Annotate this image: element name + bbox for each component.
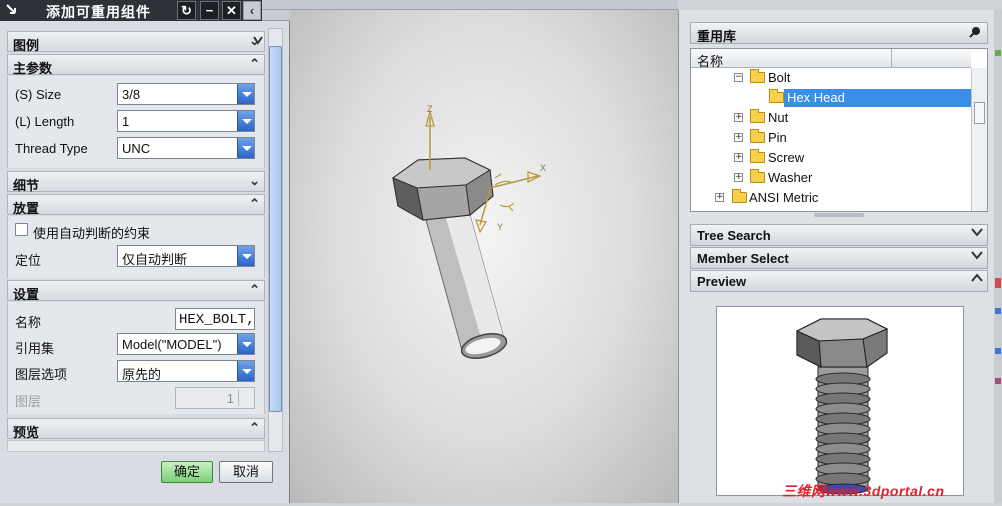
expand-icon[interactable]: + bbox=[734, 113, 743, 122]
section-preview-library[interactable]: Preview bbox=[690, 270, 988, 292]
folder-icon bbox=[750, 69, 765, 83]
layer-label: 图层 bbox=[15, 394, 42, 409]
dropdown-arrow-icon[interactable] bbox=[237, 361, 254, 381]
dropdown-arrow-icon[interactable] bbox=[237, 138, 254, 158]
name-input[interactable]: HEX_BOLT, bbox=[175, 308, 255, 330]
close-button[interactable]: ✕ bbox=[222, 1, 241, 20]
bolt-preview-image bbox=[795, 318, 889, 495]
expand-icon[interactable]: + bbox=[734, 133, 743, 142]
minimize-button[interactable]: − bbox=[200, 1, 219, 20]
name-label: 名称 bbox=[15, 315, 42, 330]
axis-x-label: X bbox=[540, 163, 546, 173]
size-select[interactable]: 3/8 bbox=[117, 83, 255, 105]
length-label: (L) Length bbox=[15, 114, 75, 129]
dialog-titlebar[interactable]: 添加可重用组件 ↻ − ✕ ‹ bbox=[0, 0, 262, 21]
dropdown-arrow-icon[interactable] bbox=[237, 334, 254, 354]
pin-icon[interactable] bbox=[968, 25, 982, 39]
chevron-up-icon bbox=[971, 272, 983, 287]
tree-node-screw[interactable]: + Screw bbox=[692, 149, 970, 167]
chevron-down-icon bbox=[971, 249, 983, 264]
tree-node-nut[interactable]: + Nut bbox=[692, 109, 970, 127]
dropdown-arrow-icon[interactable] bbox=[237, 246, 254, 266]
chevron-down-icon: ⌄ bbox=[249, 173, 260, 188]
folder-icon bbox=[769, 89, 784, 103]
cancel-button[interactable]: 取消 bbox=[219, 461, 273, 483]
resource-icon[interactable] bbox=[995, 50, 1001, 56]
layer-option-label: 图层选项 bbox=[15, 367, 68, 382]
tree-scrollbar[interactable] bbox=[971, 68, 987, 211]
folder-icon bbox=[750, 169, 765, 183]
section-member-select[interactable]: Member Select bbox=[690, 247, 988, 269]
folder-icon bbox=[750, 109, 765, 123]
refset-label: 引用集 bbox=[15, 341, 55, 356]
tree-node-hex-head[interactable]: Hex Head bbox=[692, 89, 971, 107]
axis-z-label: Z bbox=[427, 104, 433, 114]
length-select[interactable]: 1 bbox=[117, 110, 255, 132]
collapse-icon[interactable]: − bbox=[734, 73, 743, 82]
ok-button[interactable]: 确定 bbox=[161, 461, 213, 483]
tree-scrollbar-thumb[interactable] bbox=[974, 102, 985, 124]
resource-bar-edge bbox=[994, 10, 1002, 503]
column-divider bbox=[891, 49, 892, 67]
section-details[interactable]: 细节 ⌄ bbox=[7, 171, 265, 193]
tree-node-bolt[interactable]: − Bolt bbox=[692, 69, 970, 87]
folder-icon bbox=[750, 149, 765, 163]
legend-expand-icon[interactable] bbox=[253, 33, 263, 50]
graphics-window[interactable]: Z X Y bbox=[290, 10, 678, 503]
dropdown-arrow-icon[interactable] bbox=[237, 111, 254, 131]
reuse-library-header: 重用库 bbox=[690, 22, 988, 44]
chevron-up-icon: ⌃ bbox=[249, 56, 260, 71]
section-placement[interactable]: 放置 ⌃ bbox=[7, 194, 265, 216]
refset-select[interactable]: Model("MODEL") bbox=[117, 333, 255, 355]
tree-node-washer[interactable]: + Washer bbox=[692, 169, 970, 187]
dialog-menu-icon[interactable] bbox=[1, 1, 21, 20]
reset-button[interactable]: ↻ bbox=[177, 1, 196, 20]
dropdown-arrow-icon[interactable] bbox=[237, 84, 254, 104]
section-settings[interactable]: 设置 ⌃ bbox=[7, 280, 265, 302]
auto-constraint-label: 使用自动判断的约束 bbox=[33, 226, 151, 241]
position-label: 定位 bbox=[15, 253, 42, 268]
section-preview[interactable]: 预览 ⌃ bbox=[7, 418, 265, 440]
preview-image bbox=[716, 306, 964, 496]
horizontal-scrollbar[interactable] bbox=[7, 440, 265, 452]
tree-node-ansi-metric[interactable]: + ANSI Metric bbox=[692, 189, 970, 207]
section-main-params[interactable]: 主参数 ⌃ bbox=[7, 54, 265, 76]
size-label: (S) Size bbox=[15, 87, 62, 102]
splitter-handle[interactable] bbox=[814, 213, 864, 217]
tree-column-header[interactable]: 名称 bbox=[691, 49, 971, 69]
chevron-up-icon: ⌃ bbox=[249, 420, 260, 435]
tree-node-pin[interactable]: + Pin bbox=[692, 129, 970, 147]
chevron-up-icon: ⌃ bbox=[249, 282, 260, 297]
folder-icon bbox=[732, 189, 747, 203]
chevron-down-icon bbox=[971, 226, 983, 241]
thread-type-label: Thread Type bbox=[15, 141, 88, 156]
position-select[interactable]: 仅自动判断 bbox=[117, 245, 255, 267]
expand-icon[interactable]: + bbox=[734, 153, 743, 162]
spinner-icon bbox=[238, 390, 252, 406]
expand-icon[interactable]: + bbox=[734, 173, 743, 182]
resource-icon[interactable] bbox=[995, 308, 1001, 314]
resource-icon[interactable] bbox=[995, 278, 1001, 288]
section-legend[interactable]: 图例 ⌄ bbox=[7, 31, 265, 53]
section-tree-search[interactable]: Tree Search bbox=[690, 224, 988, 246]
dialog-title: 添加可重用组件 bbox=[46, 4, 151, 20]
resource-icon[interactable] bbox=[995, 378, 1001, 384]
column-name-header: 名称 bbox=[697, 54, 724, 69]
chevron-up-icon: ⌃ bbox=[249, 196, 260, 211]
dialog-scrollbar-thumb[interactable] bbox=[269, 46, 282, 412]
expand-icon[interactable]: + bbox=[715, 193, 724, 202]
graphics-top-strip bbox=[262, 0, 678, 10]
auto-constraint-checkbox[interactable] bbox=[15, 223, 28, 236]
watermark-text: 三维网www.3dportal.cn bbox=[782, 483, 945, 499]
reuse-library-title: 重用库 bbox=[697, 29, 737, 44]
layer-option-select[interactable]: 原先的 bbox=[117, 360, 255, 382]
thread-type-select[interactable]: UNC bbox=[117, 137, 255, 159]
collapse-arrow-icon[interactable]: ‹ bbox=[243, 1, 261, 20]
axis-y-label: Y bbox=[497, 222, 503, 232]
layer-input: 1 bbox=[175, 387, 255, 409]
folder-icon bbox=[750, 129, 765, 143]
resource-icon[interactable] bbox=[995, 348, 1001, 354]
bolt-model: Z X Y bbox=[391, 104, 546, 359]
